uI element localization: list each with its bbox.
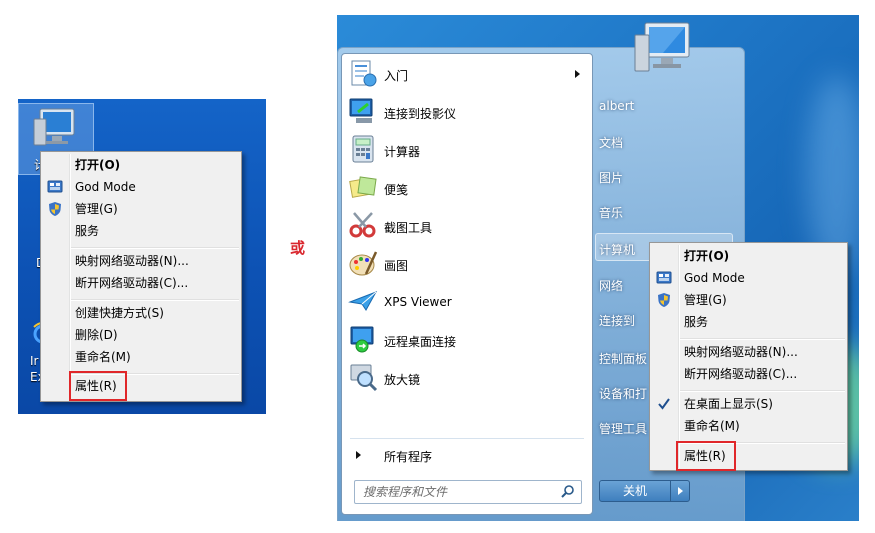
remote-desktop-icon [350, 326, 374, 353]
arrow-right-icon [356, 451, 361, 459]
program-xps-viewer[interactable]: XPS Viewer [342, 284, 590, 320]
program-label: 连接到投影仪 [384, 107, 457, 121]
programs-pane: 入门 连接到投影仪 计算器 便笺 截图工具 画图 XPS Viewer 远程桌面… [341, 53, 593, 515]
properties-highlight-box [676, 441, 736, 471]
menu-item-rename[interactable]: 重命名(M) [75, 349, 131, 365]
menu-item-manage[interactable]: 管理(G) [684, 292, 727, 308]
menu-item-manage[interactable]: 管理(G) [75, 201, 118, 217]
uac-shield-icon [658, 293, 670, 307]
submenu-arrow-icon [575, 70, 580, 78]
search-input[interactable] [361, 483, 555, 501]
arrow-right-icon [678, 487, 683, 495]
snipping-tool-icon [349, 212, 376, 238]
program-label: 放大镜 [384, 373, 421, 387]
program-connect-projector[interactable]: 连接到投影仪 [342, 94, 590, 130]
menu-item-god-mode[interactable]: God Mode [75, 179, 136, 195]
search-box[interactable] [354, 480, 582, 504]
program-label: XPS Viewer [384, 295, 452, 309]
shutdown-options-button[interactable] [670, 480, 690, 502]
menu-item-map-drive[interactable]: 映射网络驱动器(N)... [75, 253, 189, 269]
menu-separator [71, 247, 239, 249]
program-sticky-notes[interactable]: 便笺 [342, 170, 590, 206]
link-connect-to[interactable]: 连接到 [599, 312, 635, 329]
connector-text: 或 [290, 239, 306, 257]
menu-separator [680, 338, 845, 340]
program-magnifier[interactable]: 放大镜 [342, 360, 590, 396]
shutdown-button[interactable]: 关机 [599, 480, 671, 502]
projector-icon [349, 98, 373, 123]
menu-item-disconnect-drive[interactable]: 断开网络驱动器(C)... [75, 275, 188, 291]
menu-gutter [678, 245, 680, 468]
sticky-notes-icon [349, 176, 377, 198]
program-label: 计算器 [384, 145, 421, 159]
paint-icon [349, 251, 378, 276]
desktop-context-menu: 打开(O) God Mode 管理(G) 服务 映射网络驱动器(N)... 断开… [40, 151, 242, 402]
search-icon[interactable] [561, 484, 575, 498]
uac-shield-icon [49, 202, 61, 216]
link-music[interactable]: 音乐 [599, 204, 623, 221]
program-snipping-tool[interactable]: 截图工具 [342, 208, 590, 244]
desktop-label-ie-1: Ir [30, 354, 39, 368]
properties-highlight-box [69, 371, 127, 401]
link-pictures[interactable]: 图片 [599, 169, 623, 186]
god-mode-icon [47, 180, 63, 193]
menu-separator [71, 299, 239, 301]
program-label: 入门 [384, 69, 409, 83]
link-network[interactable]: 网络 [599, 277, 623, 294]
all-programs-label: 所有程序 [384, 450, 433, 464]
program-calculator[interactable]: 计算器 [342, 132, 590, 168]
program-remote-desktop[interactable]: 远程桌面连接 [342, 322, 590, 358]
link-computer[interactable]: 计算机 [599, 241, 635, 258]
program-getting-started[interactable]: 入门 [342, 56, 590, 92]
program-label: 远程桌面连接 [384, 335, 457, 349]
link-devices-printers[interactable]: 设备和打 [599, 385, 647, 402]
computer-context-menu: 打开(O) God Mode 管理(G) 服务 映射网络驱动器(N)... 断开… [649, 242, 848, 471]
menu-item-disconnect-drive[interactable]: 断开网络驱动器(C)... [684, 366, 797, 382]
menu-item-delete[interactable]: 删除(D) [75, 327, 118, 343]
calculator-icon [352, 135, 374, 163]
link-user-albert[interactable]: albert [599, 99, 634, 113]
menu-item-services[interactable]: 服务 [684, 314, 708, 330]
menu-gutter [69, 154, 71, 399]
program-label: 截图工具 [384, 221, 433, 235]
menu-item-create-shortcut[interactable]: 创建快捷方式(S) [75, 305, 164, 321]
checkmark-icon [658, 398, 670, 410]
menu-separator [680, 390, 845, 392]
program-paint[interactable]: 画图 [342, 246, 590, 282]
menu-item-show-on-desktop[interactable]: 在桌面上显示(S) [684, 396, 773, 412]
god-mode-icon [656, 271, 672, 284]
all-programs-button[interactable]: 所有程序 [350, 445, 584, 467]
menu-item-open[interactable]: 打开(O) [75, 157, 120, 173]
link-control-panel[interactable]: 控制面板 [599, 350, 647, 367]
link-admin-tools[interactable]: 管理工具 [599, 420, 647, 437]
magnifier-icon [350, 364, 378, 392]
computer-icon[interactable] [30, 105, 82, 153]
menu-item-open[interactable]: 打开(O) [684, 248, 729, 264]
menu-item-rename[interactable]: 重命名(M) [684, 418, 740, 434]
menu-item-god-mode[interactable]: God Mode [684, 270, 745, 286]
getting-started-icon [351, 60, 377, 87]
xps-viewer-icon [348, 291, 378, 311]
link-documents[interactable]: 文档 [599, 134, 623, 151]
menu-item-services[interactable]: 服务 [75, 223, 99, 239]
program-label: 画图 [384, 259, 409, 273]
user-picture-computer-icon[interactable] [633, 19, 697, 81]
program-label: 便笺 [384, 183, 409, 197]
menu-item-map-drive[interactable]: 映射网络驱动器(N)... [684, 344, 798, 360]
programs-divider [350, 438, 584, 439]
